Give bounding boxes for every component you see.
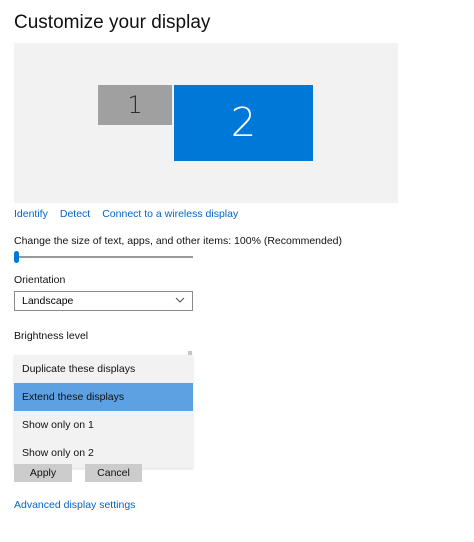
dropdown-option-show-only-2[interactable]: Show only on 2 [14, 439, 193, 467]
display-2[interactable]: 2 [174, 85, 313, 161]
advanced-display-settings-link[interactable]: Advanced display settings [14, 499, 135, 511]
connect-wireless-display-link[interactable]: Connect to a wireless display [102, 208, 238, 220]
scale-slider-track [14, 256, 193, 258]
scale-slider[interactable] [14, 251, 193, 263]
orientation-select-value: Landscape [22, 295, 74, 307]
orientation-label: Orientation [14, 274, 66, 286]
cancel-button[interactable]: Cancel [85, 464, 142, 482]
dropdown-option-show-only-1[interactable]: Show only on 1 [14, 411, 193, 439]
display-1[interactable]: 1 [98, 85, 172, 125]
apply-button[interactable]: Apply [14, 464, 72, 482]
chevron-down-icon [174, 293, 186, 310]
scale-slider-thumb[interactable] [14, 251, 19, 263]
identify-link[interactable]: Identify [14, 208, 48, 220]
page-title: Customize your display [14, 12, 211, 33]
display-links: Identify Detect Connect to a wireless di… [14, 208, 238, 220]
display-arrangement-area: 1 2 [14, 43, 398, 203]
scale-label: Change the size of text, apps, and other… [14, 235, 343, 247]
dropdown-option-extend[interactable]: Extend these displays [14, 383, 193, 411]
brightness-label: Brightness level [14, 330, 89, 342]
detect-link[interactable]: Detect [60, 208, 90, 220]
orientation-select[interactable]: Landscape [14, 291, 193, 311]
dropdown-option-duplicate[interactable]: Duplicate these displays [14, 355, 193, 383]
multiple-displays-dropdown: Duplicate these displays Extend these di… [14, 355, 193, 468]
